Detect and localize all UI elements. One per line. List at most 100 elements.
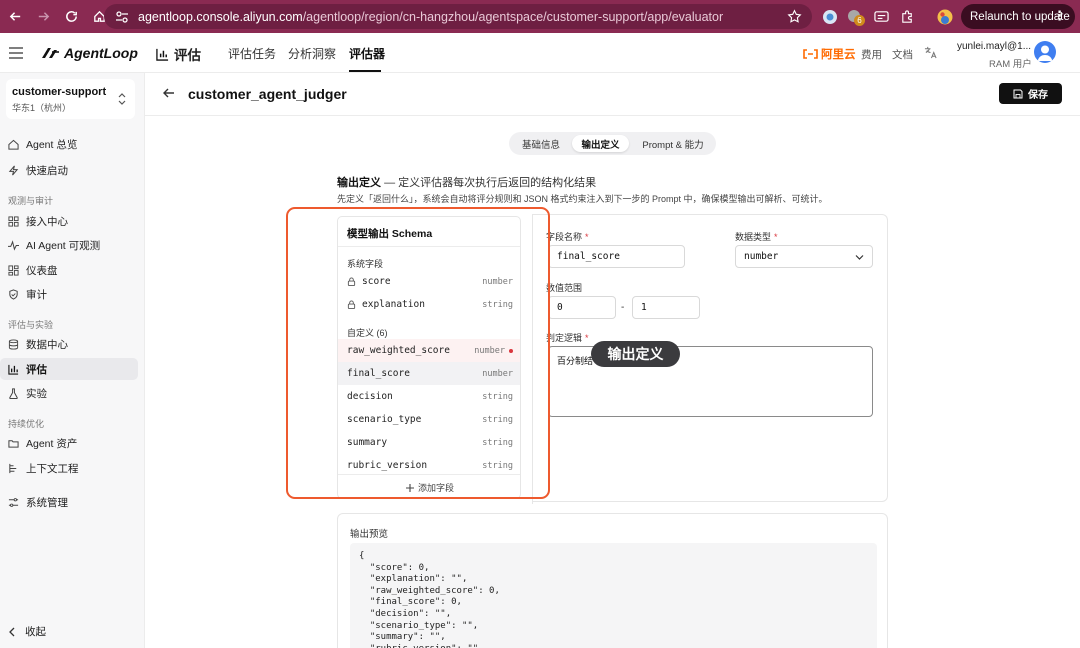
range-max-input[interactable]: 1 — [632, 296, 700, 319]
more-vert-icon[interactable]: ⋮ — [1053, 9, 1066, 22]
shield-icon — [9, 288, 18, 300]
pulse-icon — [8, 239, 19, 251]
logo-text: AgentLoop — [64, 45, 138, 61]
sidebar-group-evaluation: 评估与实验 — [8, 320, 54, 330]
section-heading-title: 输出定义 — [337, 177, 381, 189]
chevron-left-icon — [9, 627, 15, 636]
sidebar-item-evaluation[interactable]: 评估 — [0, 358, 138, 380]
sidebar-group-optimization: 持续优化 — [8, 419, 45, 429]
range-separator: - — [621, 302, 625, 313]
range-min-input[interactable]: 0 — [548, 296, 616, 319]
folder-icon — [8, 439, 19, 448]
language-icon[interactable] — [924, 46, 937, 59]
extensions-puzzle-icon[interactable] — [899, 8, 916, 25]
range-label: 数值范围 — [546, 283, 583, 293]
sidebar-item-ai-observability[interactable]: AI Agent 可观测 — [0, 234, 138, 256]
preview-title: 输出预览 — [350, 529, 389, 540]
sidebar-item-label: 快速启动 — [26, 164, 68, 177]
tab-analysis[interactable]: 分析洞察 — [288, 45, 336, 62]
forward-icon[interactable] — [30, 4, 56, 30]
data-type-select[interactable]: number — [735, 245, 873, 268]
profile-avatar-icon[interactable] — [936, 8, 953, 25]
browser-toolbar: agentloop.console.aliyun.com/agentloop/r… — [0, 0, 1080, 33]
field-name-input[interactable]: final_score — [548, 245, 685, 268]
tab-evaluator[interactable]: 评估器 — [349, 45, 385, 62]
segment-basic-info[interactable]: 基础信息 — [515, 135, 567, 152]
sidebar-item-label: 审计 — [26, 288, 47, 301]
preview-code: { "score": 0, "explanation": "", "raw_we… — [350, 543, 877, 648]
site-settings-icon[interactable] — [114, 9, 130, 25]
sidebar-item-experiment[interactable]: 实验 — [0, 382, 138, 404]
output-preview-panel: 输出预览 { "score": 0, "explanation": "", "r… — [337, 513, 888, 648]
sidebar-item-dashboard[interactable]: 仪表盘 — [0, 259, 138, 281]
sidebar-item-label: 实验 — [26, 387, 47, 400]
bookmark-star-icon[interactable] — [787, 9, 802, 24]
app-header: AgentLoop 评估 评估任务 分析洞察 评估器 阿里云 费用 文档 yun… — [0, 33, 1080, 73]
menu-icon[interactable] — [9, 47, 23, 59]
aliyun-brand-label: 阿里云 — [821, 49, 856, 61]
data-type-value: number — [744, 251, 779, 262]
extension-badge-count: 6 — [854, 15, 865, 26]
settings-icon — [8, 497, 19, 507]
sidebar: customer-support 华东1（杭州） Agent 总览 快速启动 观… — [0, 73, 145, 648]
grid-icon — [8, 215, 19, 227]
reload-icon[interactable] — [58, 4, 84, 30]
app-logo[interactable]: AgentLoop — [40, 45, 138, 61]
back-icon[interactable] — [2, 4, 28, 30]
aliyun-brand[interactable]: 阿里云 — [803, 46, 856, 62]
extension-badge-icon[interactable]: 6 — [846, 8, 865, 26]
field-name-label: 字段名称 * — [546, 232, 589, 242]
dashboard-icon — [8, 264, 19, 276]
relaunch-button[interactable]: Relaunch to update ⋮ — [961, 4, 1075, 29]
save-label: 保存 — [1028, 90, 1048, 101]
sidebar-item-audit[interactable]: 审计 — [0, 283, 138, 305]
billing-link[interactable]: 费用 — [861, 47, 882, 62]
extension-card-icon[interactable] — [873, 8, 890, 25]
header-divider — [145, 115, 1080, 116]
sidebar-item-label: 上下文工程 — [26, 462, 79, 475]
segment-prompt-capability[interactable]: Prompt & 能力 — [635, 135, 711, 152]
database-icon — [8, 338, 19, 350]
sidebar-item-data-center[interactable]: 数据中心 — [0, 333, 138, 355]
workspace-region: 华东1（杭州） — [12, 103, 72, 113]
segment-output-definition[interactable]: 输出定义 — [572, 135, 629, 152]
sidebar-item-system-management[interactable]: 系统管理 — [0, 491, 138, 513]
user-role: RAM 用户 — [989, 59, 1032, 70]
user-avatar[interactable] — [1034, 41, 1056, 63]
agentloop-logo-icon — [42, 48, 59, 58]
highlight-box — [286, 207, 550, 499]
extension-record-icon[interactable] — [821, 8, 838, 25]
sidebar-item-label: Agent 资产 — [26, 437, 78, 450]
active-tab-indicator — [349, 70, 381, 72]
step-segmented-control: 基础信息 输出定义 Prompt & 能力 — [509, 132, 716, 155]
flask-icon — [9, 387, 18, 399]
data-type-label: 数据类型 * — [735, 232, 778, 242]
section-description: 先定义「返回什么」，系统会自动将评分规则和 JSON 格式约束注入到下一步的 P… — [337, 194, 828, 204]
chevron-down-icon — [855, 255, 864, 260]
sidebar-item-agent-assets[interactable]: Agent 资产 — [0, 432, 138, 454]
sidebar-item-quick-start[interactable]: 快速启动 — [0, 159, 138, 181]
tab-eval-tasks[interactable]: 评估任务 — [228, 45, 276, 62]
aliyun-logo-icon — [803, 49, 818, 59]
sidebar-item-label: 数据中心 — [26, 338, 68, 351]
docs-link[interactable]: 文档 — [892, 47, 913, 62]
save-button[interactable]: 保存 — [999, 83, 1062, 104]
sidebar-item-integration[interactable]: 接入中心 — [0, 210, 138, 232]
workspace-name: customer-support — [12, 86, 107, 98]
sidebar-item-agent-overview[interactable]: Agent 总览 — [0, 133, 138, 155]
section-title: 评估 — [156, 44, 201, 64]
sidebar-item-context-engineering[interactable]: 上下文工程 — [0, 457, 138, 479]
address-bar[interactable]: agentloop.console.aliyun.com/agentloop/r… — [104, 4, 812, 29]
back-arrow-icon[interactable] — [162, 86, 176, 100]
url-host: agentloop.console.aliyun.com — [138, 9, 303, 24]
sidebar-collapse-button[interactable]: 收起 — [8, 624, 46, 639]
url-path: /agentloop/region/cn-hangzhou/agentspace… — [302, 9, 724, 24]
sidebar-item-label: 接入中心 — [26, 215, 68, 228]
sidebar-item-label: 仪表盘 — [26, 264, 58, 277]
section-heading-subtitle: — 定义评估器每次执行后返回的结构化结果 — [384, 177, 597, 189]
workspace-switcher[interactable]: customer-support 华东1（杭州） — [6, 79, 135, 119]
logic-label: 判定逻辑 * — [546, 333, 589, 343]
chevron-updown-icon — [118, 93, 126, 105]
sidebar-item-label: 评估 — [26, 363, 47, 376]
collapse-label: 收起 — [25, 626, 46, 638]
